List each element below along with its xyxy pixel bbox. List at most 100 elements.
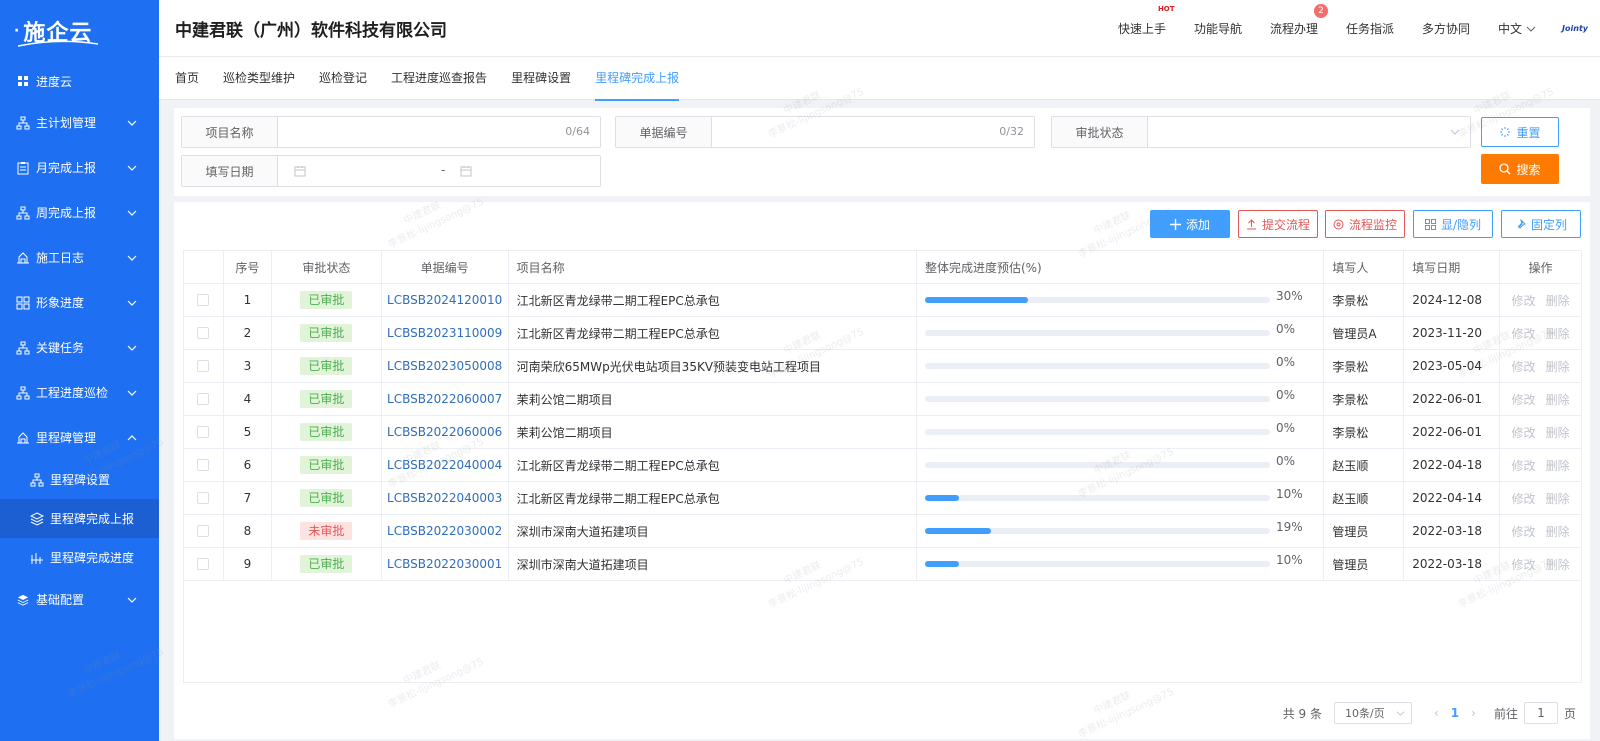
table-row[interactable]: 9 已审批 LCBSB2022030001 深圳市深南大道拓建项目 10% 管理员 2022… [184,548,1581,581]
page-number-current[interactable]: 1 [1451,706,1459,720]
sidebar-subitem-milestone-report[interactable]: 里程碑完成上报 [0,499,159,538]
sidebar-item-2[interactable]: 月完成上报 [0,145,159,190]
row-checkbox[interactable] [197,525,210,537]
table-row[interactable]: 1 已审批 LCBSB2024120010 江北新区青龙绿带二期工程EPC总承包 30%… [184,284,1581,317]
edit-button[interactable]: 修改 [1512,358,1536,375]
row-checkbox[interactable] [197,360,210,372]
row-checkbox[interactable] [197,393,210,405]
edit-button[interactable]: 修改 [1512,391,1536,408]
show-hide-columns-button[interactable]: 显/隐列 [1413,210,1493,238]
user-avatar-logo[interactable]: Jointy [1562,24,1588,33]
goto-page-input[interactable]: 1 [1523,702,1558,724]
edit-button[interactable]: 修改 [1512,292,1536,309]
language-select[interactable]: 中文 [1498,20,1536,37]
sidebar-item-6[interactable]: 关键任务 [0,325,159,370]
table-row[interactable]: 4 已审批 LCBSB2022060007 茉莉公馆二期项目 0% 李景松 2022-06-… [184,383,1581,416]
tab-3[interactable]: 巡检登记 [319,57,367,100]
table-row[interactable]: 7 已审批 LCBSB2022040003 江北新区青龙绿带二期工程EPC总承包 10%… [184,482,1581,515]
delete-button[interactable]: 删除 [1546,358,1570,375]
edit-button[interactable]: 修改 [1512,325,1536,342]
approval-status-select[interactable] [1148,117,1470,147]
table-row[interactable]: 5 已审批 LCBSB2022060006 茉莉公馆二期项目 0% 李景松 2022-06-… [184,416,1581,449]
row-date: 2024-12-08 [1404,284,1501,316]
sidebar-subitem-milestone-progress[interactable]: 里程碑完成进度 [0,538,159,577]
edit-button[interactable]: 修改 [1512,424,1536,441]
construction-icon [16,431,30,445]
delete-button[interactable]: 删除 [1546,292,1570,309]
tab-1[interactable]: 首页 [175,57,199,100]
tab-2[interactable]: 巡检类型维护 [223,57,295,100]
table-row[interactable]: 2 已审批 LCBSB2023110009 江北新区青龙绿带二期工程EPC总承包 0% 管… [184,317,1581,350]
delete-button[interactable]: 删除 [1546,523,1570,540]
edit-button[interactable]: 修改 [1512,523,1536,540]
edit-button[interactable]: 修改 [1512,556,1536,573]
project-name-input[interactable]: 0/64 [278,117,600,147]
doc-code-link[interactable]: LCBSB2022030001 [387,557,502,571]
chevron-down-icon [127,300,137,306]
doc-code-link[interactable]: LCBSB2024120010 [387,293,502,307]
delete-button[interactable]: 删除 [1546,556,1570,573]
process-monitor-button[interactable]: 流程监控 [1325,210,1405,238]
row-checkbox[interactable] [197,426,210,438]
sidebar-item-5[interactable]: 形象进度 [0,280,159,325]
page-size-select[interactable]: 10条/页 [1333,702,1412,724]
sidebar-item-3[interactable]: 周完成上报 [0,190,159,235]
delete-button[interactable]: 删除 [1546,490,1570,507]
next-page-button[interactable]: › [1471,706,1476,720]
doc-code-link[interactable]: LCBSB2023050008 [387,359,502,373]
sidebar-item-4[interactable]: 施工日志 [0,235,159,280]
add-button[interactable]: 添加 [1150,210,1230,238]
reset-button[interactable]: 重置 [1481,117,1559,147]
collaboration-link[interactable]: 多方协同 [1422,20,1470,37]
doc-code-link[interactable]: LCBSB2022040003 [387,491,502,505]
row-date: 2022-03-18 [1404,515,1501,547]
doc-code-link[interactable]: LCBSB2022060007 [387,392,502,406]
row-checkbox[interactable] [197,327,210,339]
fix-column-button[interactable]: 固定列 [1501,210,1581,238]
app-logo[interactable]: · 施企云 [0,0,159,62]
delete-button[interactable]: 删除 [1546,325,1570,342]
tab-4[interactable]: 工程进度巡查报告 [391,57,487,100]
feature-nav-link[interactable]: 功能导航 [1194,20,1242,37]
table-row[interactable]: 3 已审批 LCBSB2023050008 河南荣欣65MWp光伏电站项目35KV预装… [184,350,1581,383]
status-badge: 已审批 [300,423,353,441]
tab-5[interactable]: 里程碑设置 [511,57,571,100]
sidebar-item-base-config[interactable]: 基础配置 [0,577,159,622]
delete-button[interactable]: 删除 [1546,424,1570,441]
row-checkbox[interactable] [197,294,210,306]
row-checkbox[interactable] [197,492,210,504]
row-checkbox[interactable] [197,459,210,471]
prev-page-button[interactable]: ‹ [1434,706,1439,720]
delete-button[interactable]: 删除 [1546,391,1570,408]
progress-text: 10% [1275,487,1303,501]
sidebar-subitem-milestone-setting[interactable]: 里程碑设置 [0,460,159,499]
sidebar-item-1[interactable]: 主计划管理 [0,100,159,145]
row-project-name: 茉莉公馆二期项目 [509,383,917,415]
process-link[interactable]: 流程办理 2 [1270,4,1328,37]
tab-6[interactable]: 里程碑完成上报 [595,57,680,101]
status-badge: 未审批 [300,522,353,540]
doc-code-link[interactable]: LCBSB2022030002 [387,524,502,538]
submit-process-button[interactable]: 提交流程 [1238,210,1318,238]
row-code-cell: LCBSB2022030001 [382,548,509,580]
delete-button[interactable]: 删除 [1546,457,1570,474]
row-checkbox[interactable] [197,558,210,570]
sidebar-item-8[interactable]: 里程碑管理 [0,415,159,460]
table-row[interactable]: 8 未审批 LCBSB2022030002 深圳市深南大道拓建项目 19% 管理员 2022… [184,515,1581,548]
progress-fill [924,528,991,534]
sidebar-item-progress-cloud[interactable]: 进度云 [0,62,159,100]
date-range-input[interactable]: - [278,156,600,186]
doc-code-link[interactable]: LCBSB2022040004 [387,458,502,472]
table-row[interactable]: 6 已审批 LCBSB2022040004 江北新区青龙绿带二期工程EPC总承包 0% 赵… [184,449,1581,482]
edit-button[interactable]: 修改 [1512,457,1536,474]
doc-code-link[interactable]: LCBSB2023110009 [387,326,502,340]
search-button[interactable]: 搜索 [1481,154,1559,184]
quick-start-link[interactable]: 快速上手 HOT [1118,5,1175,37]
doc-no-input[interactable]: 0/32 [712,117,1034,147]
edit-button[interactable]: 修改 [1512,490,1536,507]
hierarchy-icon [16,386,30,400]
task-assign-link[interactable]: 任务指派 [1346,20,1394,37]
sidebar-item-7[interactable]: 工程进度巡检 [0,370,159,415]
doc-code-link[interactable]: LCBSB2022060006 [387,425,502,439]
loading-icon [1500,127,1511,137]
